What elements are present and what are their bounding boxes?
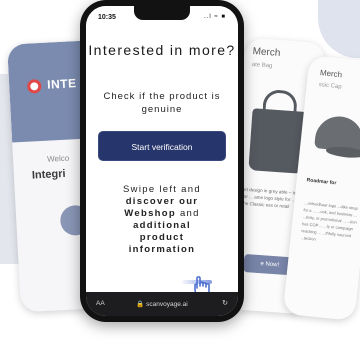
webshop-text: Webshop <box>124 208 176 219</box>
swipe-bold-text: product <box>139 232 185 243</box>
url-address[interactable]: 🔒 scanvoyage.ai <box>86 300 238 308</box>
integrity-heading: Integri <box>31 167 66 182</box>
page-subtitle: Check if the product is genuine <box>103 91 221 115</box>
status-bar: 10:35 ..l ≈ ■ <box>86 6 238 30</box>
swipe-text: Swipe left and <box>123 184 201 195</box>
swipe-bold-text: additional <box>133 220 191 231</box>
page-title: Interested in more? <box>88 42 236 58</box>
merch-title: Merch <box>319 68 343 80</box>
phone-screen: 10:35 ..l ≈ ■ Interested in more? Check … <box>86 6 238 316</box>
merch-title: Merch <box>252 46 281 59</box>
merch-subtitle: ssic Cap <box>318 82 342 91</box>
signal-battery-icons: ..l ≈ ■ <box>204 14 226 20</box>
brand-name: INTE <box>46 76 77 92</box>
cap-description: ...unheidbaar logo ...dike strap for a .… <box>300 200 359 242</box>
reload-icon[interactable]: ↻ <box>222 299 228 307</box>
status-time: 10:35 <box>98 14 116 21</box>
cap-item-title: Roadmar for <box>306 177 337 187</box>
start-verification-button[interactable]: Start verification <box>98 131 226 161</box>
phone-notch <box>134 6 190 20</box>
swipe-bold-text: discover our <box>125 196 199 207</box>
swipe-instruction: Swipe left and discover our Webshop and … <box>86 184 238 256</box>
merch-subtitle: ate Bag <box>251 62 273 70</box>
browser-url-bar[interactable]: AA 🔒 scanvoyage.ai ↻ <box>86 292 238 316</box>
swipe-bold-text: information <box>128 244 196 255</box>
phone-frame: 10:35 ..l ≈ ■ Interested in more? Check … <box>80 0 244 322</box>
swipe-text: and <box>179 208 200 219</box>
background-blob <box>318 0 360 58</box>
welcome-text: Welco <box>46 153 70 164</box>
